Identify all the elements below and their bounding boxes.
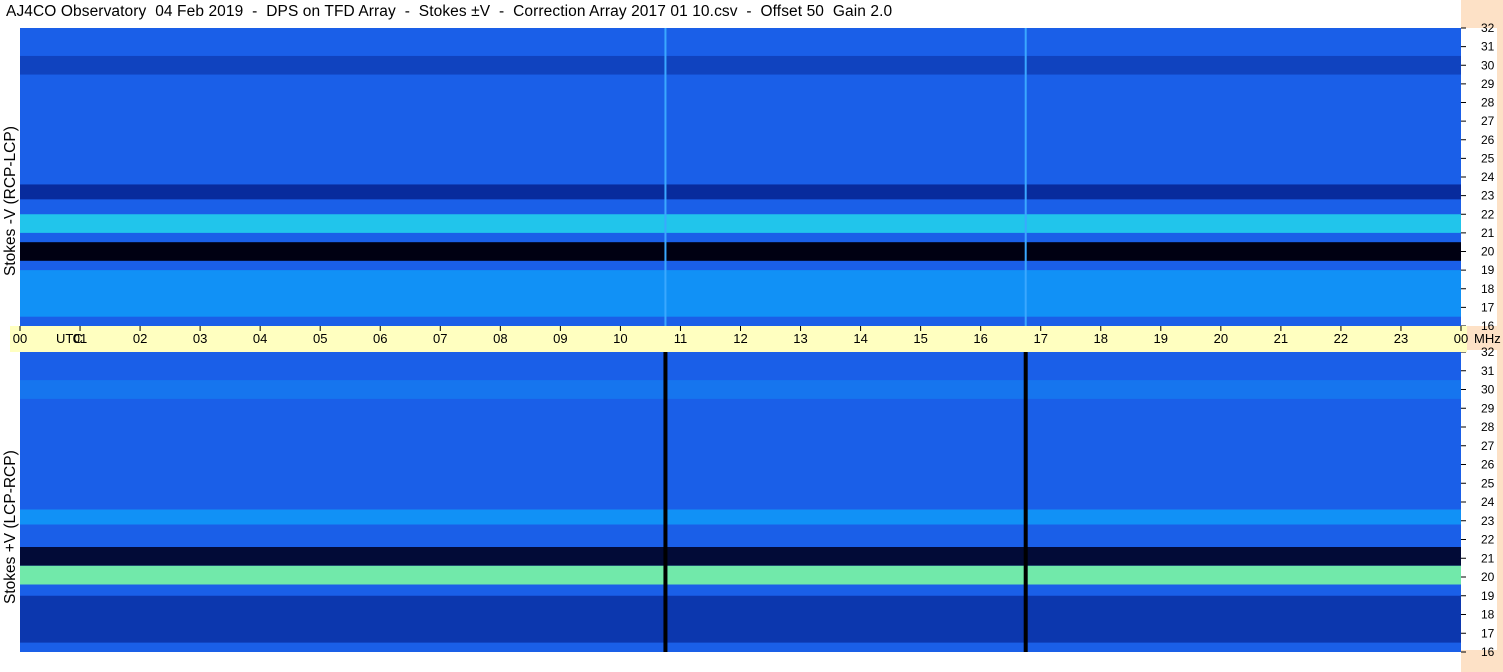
- freq-tick-label: 29: [1481, 77, 1495, 91]
- freq-tick-label: 20: [1481, 570, 1495, 584]
- freq-band: [20, 270, 1461, 317]
- freq-band: [20, 509, 1461, 525]
- freq-tick-label: 25: [1481, 151, 1495, 165]
- freq-band: [20, 214, 1461, 233]
- time-tick-label: 11: [674, 331, 688, 346]
- time-tick-label: 10: [613, 331, 627, 346]
- time-tick-label: 23: [1394, 331, 1408, 346]
- freq-tick-label: 26: [1481, 458, 1495, 472]
- freq-tick-label: 26: [1481, 133, 1495, 147]
- time-tick-label: 02: [133, 331, 147, 346]
- freq-band: [20, 184, 1461, 200]
- time-tick-label: 04: [253, 331, 267, 346]
- freq-tick-label: 21: [1481, 551, 1495, 565]
- freq-band: [20, 55, 1461, 75]
- time-tick-label: 00: [13, 331, 27, 346]
- time-tick-label: 03: [193, 331, 207, 346]
- freq-tick-label: 23: [1481, 514, 1495, 528]
- freq-band: [20, 547, 1461, 566]
- freq-tick-label: 31: [1481, 364, 1495, 378]
- freq-tick-label: 31: [1481, 40, 1495, 54]
- freq-tick-label: 17: [1481, 300, 1495, 314]
- freq-tick-label: 16: [1481, 645, 1495, 659]
- freq-tick-label: 21: [1481, 226, 1495, 240]
- spectrogram-svg: 32 31 30 29 28 27 26 25 24 23 22 21 20 19 18 17 16 32 31 30…: [10, 21, 1501, 659]
- freq-tick-label: 30: [1481, 58, 1495, 72]
- freq-band: [20, 595, 1461, 643]
- freq-tick-label: 29: [1481, 401, 1495, 415]
- time-tick-label: 06: [373, 331, 387, 346]
- freq-tick-label: 32: [1481, 21, 1495, 35]
- time-tick-label: 12: [733, 331, 747, 346]
- freq-tick-label: 18: [1481, 282, 1495, 296]
- freq-tick-label: 22: [1481, 533, 1495, 547]
- time-tick-label: 21: [1274, 331, 1288, 346]
- time-tick-label: 00: [1454, 331, 1468, 346]
- freq-tick-label: 22: [1481, 207, 1495, 221]
- time-tick-label: 09: [553, 331, 567, 346]
- freq-tick-label: 18: [1481, 608, 1495, 622]
- time-tick-label: 16: [973, 331, 987, 346]
- time-tick-label: 15: [913, 331, 927, 346]
- time-tick-label: 20: [1214, 331, 1228, 346]
- freq-tick-label: 19: [1481, 263, 1495, 277]
- time-tick-label: 19: [1154, 331, 1168, 346]
- freq-tick-label: 28: [1481, 96, 1495, 110]
- time-tick-label: 17: [1033, 331, 1047, 346]
- time-tick-label: 22: [1334, 331, 1348, 346]
- freq-tick-label: 28: [1481, 420, 1495, 434]
- freq-tick-label: 17: [1481, 626, 1495, 640]
- freq-band: [20, 242, 1461, 261]
- freq-tick-label: 23: [1481, 189, 1495, 203]
- mhz-label: MHz: [1474, 331, 1501, 346]
- bottom-ylabel: Stokes +V (LCP-RCP): [2, 450, 19, 604]
- time-tick-label: 14: [853, 331, 867, 346]
- freq-tick-label: 27: [1481, 439, 1495, 453]
- freq-band: [20, 380, 1461, 399]
- freq-tick-label: 24: [1481, 495, 1495, 509]
- freq-tick-label: 27: [1481, 114, 1495, 128]
- freq-tick-label: 24: [1481, 170, 1495, 184]
- freq-tick-label: 25: [1481, 476, 1495, 490]
- top-ylabel: Stokes -V (RCP-LCP): [2, 126, 19, 276]
- freq-band: [20, 565, 1461, 585]
- time-tick-label: 05: [313, 331, 327, 346]
- time-tick-label: 07: [433, 331, 447, 346]
- freq-tick-label: 19: [1481, 589, 1495, 603]
- freq-tick-label: 30: [1481, 383, 1495, 397]
- freq-tick-label: 32: [1481, 345, 1495, 359]
- utc-label: UTC: [56, 331, 83, 346]
- time-tick-label: 18: [1094, 331, 1108, 346]
- time-tick-label: 08: [493, 331, 507, 346]
- time-tick-label: 13: [793, 331, 807, 346]
- freq-tick-label: 20: [1481, 245, 1495, 259]
